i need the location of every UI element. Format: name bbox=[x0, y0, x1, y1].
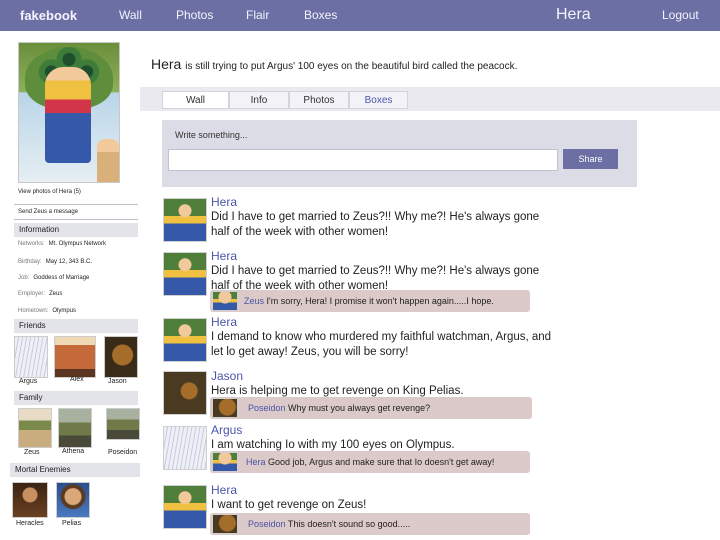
family-name-athena[interactable]: Athena bbox=[62, 448, 84, 455]
post-avatar[interactable] bbox=[163, 485, 207, 529]
comment-author[interactable]: Poseidon bbox=[248, 403, 286, 413]
fakebook-logo[interactable]: fakebook bbox=[20, 8, 77, 23]
friend-photo-alex[interactable] bbox=[54, 336, 96, 378]
info-value: Olympus bbox=[52, 308, 77, 314]
info-employer: Employer: Zeus bbox=[18, 291, 62, 297]
composer-prompt: Write something... bbox=[175, 130, 248, 140]
info-key: Birthday: bbox=[18, 259, 42, 265]
info-job: Job: Goddess of Marriage bbox=[18, 275, 89, 281]
enemy-photo-heracles[interactable] bbox=[12, 482, 48, 518]
comment-avatar[interactable] bbox=[212, 291, 238, 311]
nav-flair-link[interactable]: Flair bbox=[246, 8, 269, 22]
top-nav-bar: fakebook Wall Photos Flair Boxes Hera Lo… bbox=[0, 0, 720, 31]
friend-name-argus[interactable]: Argus bbox=[19, 378, 37, 385]
post-avatar[interactable] bbox=[163, 318, 207, 362]
comment-avatar[interactable] bbox=[212, 514, 238, 534]
info-value: Goddess of Marriage bbox=[33, 275, 90, 281]
comment-text: I'm sorry, Hera! I promise it won't happ… bbox=[266, 296, 494, 306]
share-button[interactable]: Share bbox=[563, 149, 618, 169]
enemy-photo-pelias[interactable] bbox=[56, 482, 90, 518]
post-text: I demand to know who murdered my faithfu… bbox=[211, 331, 552, 358]
comment-content: Poseidon This doesn't sound so good..... bbox=[248, 513, 410, 535]
post-comment: Zeus I'm sorry, Hera! I promise it won't… bbox=[210, 290, 530, 312]
info-networks: Networks: Mt. Olympus Network bbox=[18, 241, 106, 247]
comment-text: This doesn't sound so good..... bbox=[287, 519, 411, 529]
friend-name-alex[interactable]: Alex bbox=[70, 376, 84, 383]
info-hometown: Hometown: Olympus bbox=[18, 308, 76, 314]
comment-avatar[interactable] bbox=[212, 398, 238, 418]
post-text: Did I have to get married to Zeus?!! Why… bbox=[211, 211, 540, 238]
profile-picture[interactable] bbox=[18, 42, 120, 183]
mortal-enemies-header: Mortal Enemies bbox=[10, 463, 140, 477]
hera-figure bbox=[45, 67, 91, 163]
comment-author[interactable]: Poseidon bbox=[248, 519, 286, 529]
enemy-name-pelias[interactable]: Pelias bbox=[62, 520, 81, 527]
profile-status: Hera is still trying to put Argus' 100 e… bbox=[151, 56, 517, 72]
comment-author[interactable]: Hera bbox=[246, 457, 266, 467]
post-comment: Poseidon This doesn't sound so good..... bbox=[210, 513, 530, 535]
post-avatar[interactable] bbox=[163, 252, 207, 296]
wall-post-input[interactable] bbox=[168, 149, 558, 171]
comment-content: Zeus I'm sorry, Hera! I promise it won't… bbox=[244, 290, 494, 312]
family-photo-athena[interactable] bbox=[58, 408, 92, 448]
send-message-link[interactable]: Send Zeus a message bbox=[18, 209, 78, 215]
friends-header: Friends bbox=[14, 319, 138, 333]
comment-avatar[interactable] bbox=[212, 452, 238, 472]
nav-boxes-link[interactable]: Boxes bbox=[304, 8, 337, 22]
logout-link[interactable]: Logout bbox=[662, 8, 699, 22]
post-author[interactable]: Argus bbox=[211, 423, 242, 437]
nav-wall-link[interactable]: Wall bbox=[119, 8, 142, 22]
post-avatar[interactable] bbox=[163, 426, 207, 470]
post-avatar[interactable] bbox=[163, 198, 207, 242]
friend-photo-jason[interactable] bbox=[104, 336, 138, 378]
enemy-name-heracles[interactable]: Heracles bbox=[16, 520, 44, 527]
information-header: Information bbox=[14, 223, 138, 237]
post-comment: Poseidon Why must you always get revenge… bbox=[210, 397, 532, 419]
family-name-poseidon[interactable]: Poseidon bbox=[108, 449, 137, 456]
family-photo-zeus[interactable] bbox=[18, 408, 52, 448]
info-value: Zeus bbox=[49, 291, 63, 297]
status-text: is still trying to put Argus' 100 eyes o… bbox=[185, 61, 518, 72]
comment-content: Poseidon Why must you always get revenge… bbox=[248, 397, 430, 419]
tab-photos[interactable]: Photos bbox=[289, 91, 349, 109]
current-user-name[interactable]: Hera bbox=[556, 6, 591, 24]
post-author[interactable]: Hera bbox=[211, 483, 237, 497]
comment-text: Good job, Argus and make sure that Io do… bbox=[268, 457, 495, 467]
friend-name-jason[interactable]: Jason bbox=[108, 378, 127, 385]
sidebar-divider bbox=[14, 219, 138, 220]
post-author[interactable]: Jason bbox=[211, 369, 243, 383]
friend-photo-argus[interactable] bbox=[14, 336, 48, 378]
nav-photos-link[interactable]: Photos bbox=[176, 8, 213, 22]
post-author[interactable]: Hera bbox=[211, 195, 237, 209]
tab-wall[interactable]: Wall bbox=[162, 91, 229, 109]
post-avatar[interactable] bbox=[163, 371, 207, 415]
info-key: Hometown: bbox=[18, 308, 49, 314]
tab-boxes[interactable]: Boxes bbox=[349, 91, 408, 109]
family-header: Family bbox=[14, 391, 138, 405]
info-value[interactable]: Mt. Olympus Network bbox=[49, 241, 106, 247]
post-comment: Hera Good job, Argus and make sure that … bbox=[210, 451, 530, 473]
family-photo-poseidon[interactable] bbox=[106, 408, 140, 440]
wall-composer: Write something... Share bbox=[162, 120, 637, 187]
comment-content: Hera Good job, Argus and make sure that … bbox=[246, 451, 494, 473]
info-value: May 12, 343 B.C. bbox=[45, 259, 93, 265]
comment-author[interactable]: Zeus bbox=[244, 296, 264, 306]
profile-name: Hera bbox=[151, 56, 182, 72]
child-figure bbox=[97, 139, 119, 182]
post-text: Did I have to get married to Zeus?!! Why… bbox=[211, 265, 540, 292]
post-author[interactable]: Hera bbox=[211, 249, 237, 263]
tab-info[interactable]: Info bbox=[229, 91, 289, 109]
post-text: I want to get revenge on Zeus! bbox=[211, 499, 367, 511]
sidebar-divider bbox=[14, 204, 138, 205]
info-key: Job: bbox=[18, 275, 30, 281]
view-photos-link[interactable]: View photos of Hera (5) bbox=[18, 189, 81, 195]
comment-text: Why must you always get revenge? bbox=[288, 403, 431, 413]
info-key: Employer: bbox=[18, 291, 46, 297]
post-author[interactable]: Hera bbox=[211, 315, 237, 329]
family-name-zeus[interactable]: Zeus bbox=[24, 449, 40, 456]
info-birthday: Birthday: May 12, 343 B.C. bbox=[18, 259, 92, 265]
info-key: Networks: bbox=[18, 241, 45, 247]
